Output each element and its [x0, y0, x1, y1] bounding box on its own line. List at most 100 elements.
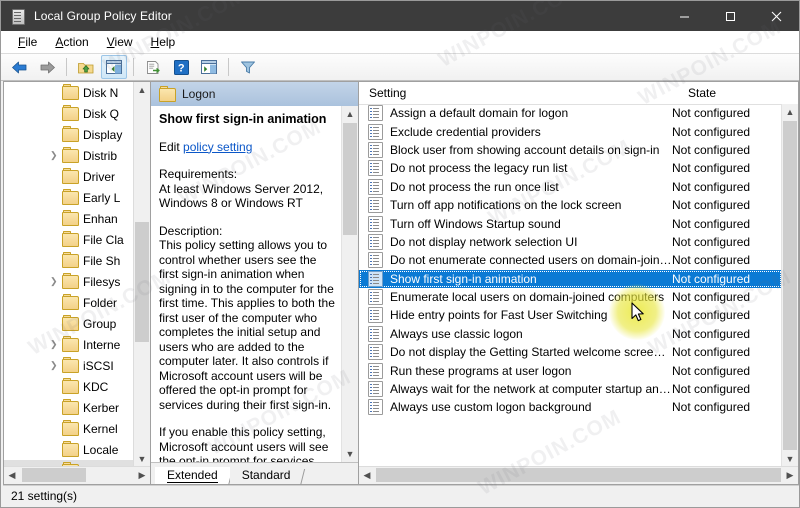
list-scroll-right-icon[interactable]: ▶	[782, 467, 798, 483]
tree-scroll-right-icon[interactable]: ▶	[134, 467, 150, 483]
setting-name: Run these programs at user logon	[390, 363, 572, 378]
table-row[interactable]: Do not process the run once list Not conf…	[359, 178, 782, 196]
forward-arrow-icon[interactable]	[34, 55, 60, 79]
tab-standard[interactable]: Standard	[229, 467, 303, 484]
details-scroll-down-icon[interactable]: ▼	[342, 446, 358, 462]
toolbar-separator-2	[133, 58, 134, 76]
tree-item[interactable]: ❯ Distrib	[4, 145, 134, 166]
table-row[interactable]: Do not process the legacy run list Not co…	[359, 159, 782, 177]
list-scroll-left-icon[interactable]: ◀	[359, 467, 375, 483]
maximize-button[interactable]	[707, 1, 753, 31]
chevron-right-icon[interactable]: ❯	[50, 150, 60, 160]
menu-file-rest: ile	[25, 35, 38, 49]
close-button[interactable]	[753, 1, 799, 31]
table-row[interactable]: Exclude credential providers Not configur…	[359, 122, 782, 140]
window-controls	[661, 1, 799, 31]
menu-file[interactable]: File	[9, 33, 46, 51]
tree-scroll-down-icon[interactable]: ▼	[134, 451, 150, 467]
tree-hscroll-thumb[interactable]	[22, 468, 86, 482]
details-scroll-up-icon[interactable]: ▲	[342, 106, 358, 122]
tab-extended[interactable]: Extended	[155, 467, 230, 484]
list-scroll-down-icon[interactable]: ▼	[782, 451, 798, 467]
policy-setting-icon	[368, 307, 383, 324]
table-row[interactable]: Do not enumerate connected users on doma…	[359, 251, 782, 269]
up-folder-icon[interactable]	[73, 55, 99, 79]
table-row[interactable]: Enumerate local users on domain-joined c…	[359, 288, 782, 306]
window-title: Local Group Policy Editor	[34, 9, 172, 23]
setting-state: Not configured	[672, 363, 751, 378]
filter-icon[interactable]	[235, 55, 261, 79]
tree-item-label: Group	[83, 316, 117, 331]
settings-list[interactable]: Assign a default domain for logon Not con…	[359, 104, 782, 467]
table-row[interactable]: Show first sign-in animation Not configur…	[359, 269, 782, 288]
tree-item[interactable]: File Sh	[4, 250, 134, 271]
folder-icon	[62, 378, 79, 394]
tree-item[interactable]: Disk Q	[4, 103, 134, 124]
list-hscroll-thumb[interactable]	[376, 468, 781, 482]
tree-scroll-up-icon[interactable]: ▲	[134, 82, 150, 98]
column-header-state[interactable]: State	[688, 86, 798, 100]
minimize-button[interactable]	[661, 1, 707, 31]
tree-item-label: File Sh	[83, 253, 121, 268]
tree-vertical-scrollbar[interactable]: ▲ ▼	[133, 82, 150, 467]
list-horizontal-scrollbar[interactable]: ◀ ▶	[359, 466, 798, 484]
tree-item[interactable]: Driver	[4, 166, 134, 187]
tree-item[interactable]: Group	[4, 313, 134, 334]
tree-item[interactable]: Locale	[4, 439, 134, 460]
export-list-icon[interactable]	[140, 55, 166, 79]
tree-item[interactable]: Disk N	[4, 82, 134, 103]
table-row[interactable]: Assign a default domain for logon Not con…	[359, 104, 782, 122]
tree-scroll-left-icon[interactable]: ◀	[4, 467, 20, 483]
tree-item[interactable]: ❯ iSCSI	[4, 355, 134, 376]
table-row[interactable]: Do not display the Getting Started welco…	[359, 343, 782, 361]
tree-item[interactable]: Kerber	[4, 397, 134, 418]
tree-item[interactable]: File Cla	[4, 229, 134, 250]
tree-item[interactable]: ❯ Interne	[4, 334, 134, 355]
console-tree[interactable]: Disk N Disk Q Display ❯ Distrib Driver Early L…	[4, 82, 134, 467]
tree-item[interactable]: Enhan	[4, 208, 134, 229]
table-row[interactable]: Block user from showing account details …	[359, 141, 782, 159]
list-vertical-scrollbar[interactable]: ▲ ▼	[781, 104, 798, 467]
list-scroll-up-icon[interactable]: ▲	[782, 104, 798, 120]
details-scroll-thumb[interactable]	[343, 123, 357, 235]
details-header-label: Logon	[182, 87, 216, 101]
column-header-setting[interactable]: Setting	[359, 86, 688, 100]
status-text: 21 setting(s)	[11, 488, 78, 503]
table-row[interactable]: Turn off app notifications on the lock s…	[359, 196, 782, 214]
menu-action[interactable]: Action	[46, 33, 97, 51]
tree-item[interactable]: Folder	[4, 292, 134, 313]
back-arrow-icon[interactable]	[6, 55, 32, 79]
tree-item-label: Filesys	[83, 274, 121, 289]
chevron-right-icon[interactable]: ❯	[50, 276, 60, 286]
tree-item[interactable]: Kernel	[4, 418, 134, 439]
table-row[interactable]: Always wait for the network at computer …	[359, 380, 782, 398]
tree-item[interactable]: Display	[4, 124, 134, 145]
show-hide-tree-icon[interactable]	[101, 55, 127, 79]
table-row[interactable]: Always use classic logon Not configured	[359, 325, 782, 343]
tree-item[interactable]: ❯ Filesys	[4, 271, 134, 292]
setting-state: Not configured	[672, 179, 751, 194]
setting-state: Not configured	[672, 308, 751, 323]
help-icon[interactable]: ?	[168, 55, 194, 79]
table-row[interactable]: Do not display network selection UI Not c…	[359, 233, 782, 251]
chevron-right-icon[interactable]: ❯	[50, 360, 60, 370]
tree-scroll-thumb[interactable]	[135, 222, 149, 342]
requirements-block: Requirements: At least Windows Server 20…	[159, 167, 336, 211]
policy-setting-link[interactable]: policy setting	[183, 140, 252, 154]
setting-name: Do not display network selection UI	[390, 234, 578, 249]
list-scroll-thumb[interactable]	[783, 121, 797, 450]
table-row[interactable]: Turn off Windows Startup sound Not config…	[359, 214, 782, 232]
table-row[interactable]: Hide entry points for Fast User Switchin…	[359, 306, 782, 324]
tree-horizontal-scrollbar[interactable]: ◀ ▶	[4, 466, 150, 484]
tree-item[interactable]: KDC	[4, 376, 134, 397]
policy-setting-icon	[368, 362, 383, 379]
tree-item-label: Locale	[83, 442, 119, 457]
table-row[interactable]: Always use custom logon background Not co…	[359, 398, 782, 416]
menu-help[interactable]: Help	[142, 33, 185, 51]
details-vertical-scrollbar[interactable]: ▲ ▼	[341, 106, 358, 462]
menu-view[interactable]: View	[98, 33, 142, 51]
chevron-right-icon[interactable]: ❯	[50, 339, 60, 349]
tree-item[interactable]: Early L	[4, 187, 134, 208]
table-row[interactable]: Run these programs at user logon Not conf…	[359, 361, 782, 379]
properties-icon[interactable]	[196, 55, 222, 79]
